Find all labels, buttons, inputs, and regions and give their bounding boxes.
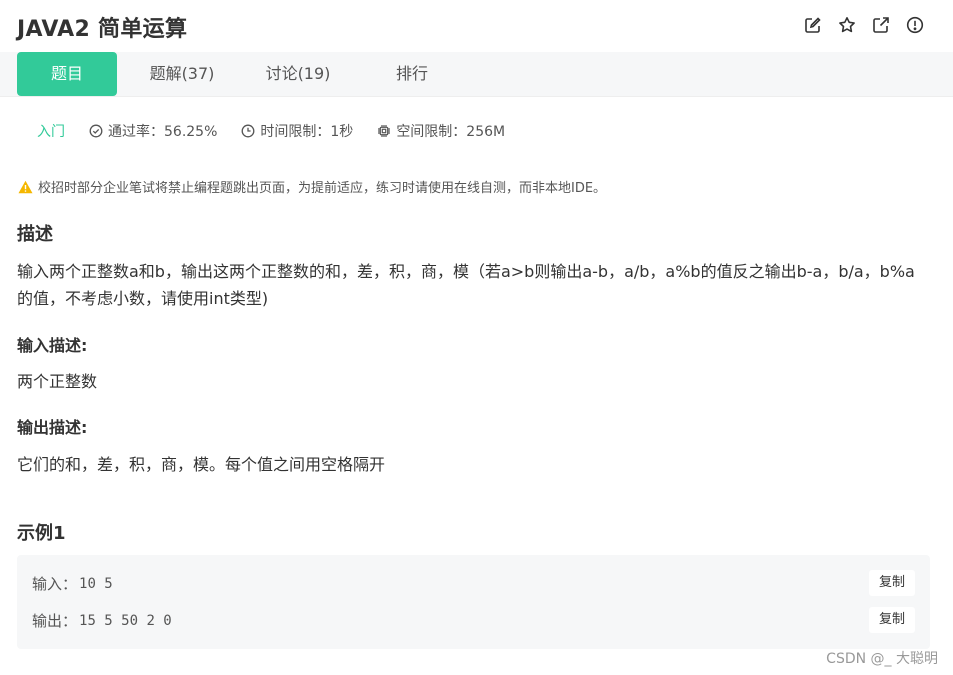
pass-rate: 通过率：56.25% [89,121,217,141]
report-icon[interactable] [905,15,925,35]
check-circle-icon [89,124,103,138]
problem-meta: 入门 通过率：56.25% 时间限制：1秒 空间限制：256M [37,121,529,141]
example-output-label: 输出： [32,612,78,630]
watermark: CSDN @_ 大聪明 [826,651,938,667]
warning-text: 校招时部分企业笔试将禁止编程题跳出页面，为提前适应，练习时请使用在线自测，而非本… [38,181,607,196]
output-description-heading: 输出描述: [17,418,88,437]
header-actions [803,15,925,35]
tab-bar: 题目 题解(37) 讨论(19) 排行 [0,52,953,97]
description-heading: 描述 [17,224,53,245]
example-box: 输入： 10 5 复制 输出： 15 5 50 2 0 复制 [17,555,930,649]
warning-notice: 校招时部分企业笔试将禁止编程题跳出页面，为提前适应，练习时请使用在线自测，而非本… [18,177,606,196]
memory-limit: 空间限制：256M [377,121,505,141]
tab-ranking[interactable]: 排行 [362,52,462,96]
warning-icon [18,180,33,193]
copy-input-button[interactable]: 复制 [869,570,915,596]
page-header: JAVA2 简单运算 [0,0,953,52]
example-output-line: 输出： 15 5 50 2 0 [32,610,172,631]
memory-limit-text: 空间限制：256M [396,124,506,140]
star-icon[interactable] [837,15,857,35]
clock-icon [241,124,255,138]
description-text: 输入两个正整数a和b，输出这两个正整数的和，差，积，商，模（若a>b则输出a-b… [17,262,915,308]
time-limit-text: 时间限制：1秒 [260,124,354,140]
time-limit: 时间限制：1秒 [241,121,353,141]
chip-icon [378,125,391,137]
share-icon[interactable] [871,15,891,35]
example-input-label: 输入： [32,575,78,593]
pass-rate-text: 通过率：56.25% [108,124,218,140]
edit-icon[interactable] [803,15,823,35]
tab-discussion[interactable]: 讨论(19) [248,52,348,96]
example-heading: 示例1 [17,523,66,544]
example-input-line: 输入： 10 5 [32,573,113,594]
page-title: JAVA2 简单运算 [17,17,188,42]
copy-output-button[interactable]: 复制 [869,607,915,633]
tab-problem[interactable]: 题目 [17,52,117,96]
output-description-text: 它们的和，差，积，商，模。每个值之间用空格隔开 [17,455,386,474]
input-description-text: 两个正整数 [17,372,98,391]
input-description-heading: 输入描述: [17,336,88,355]
example-input-value[interactable]: 10 5 [79,576,113,592]
tab-solutions[interactable]: 题解(37) [132,52,232,96]
example-output-value[interactable]: 15 5 50 2 0 [79,613,172,629]
difficulty-badge: 入门 [37,124,65,140]
